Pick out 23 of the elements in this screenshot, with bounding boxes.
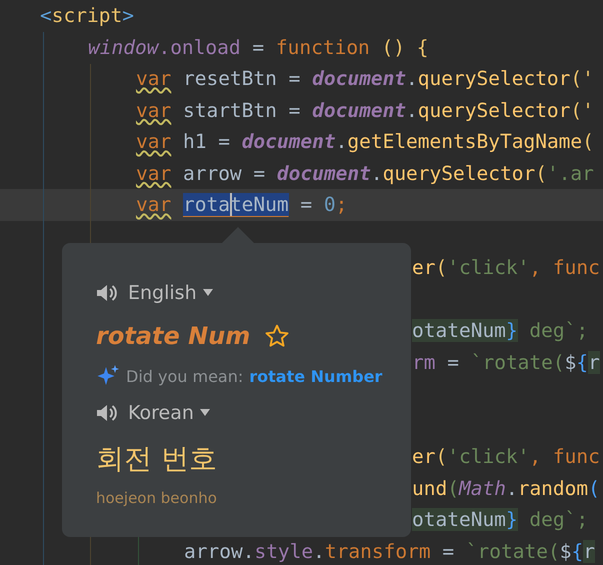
code-line: arrow.style.transform = `rotate(${r [184, 540, 595, 562]
romanization-text: hoejeon beonho [96, 489, 218, 507]
code-line: rm = `rotate(${r [412, 350, 600, 374]
translation-text: 회전 번호 [96, 441, 218, 477]
source-word: rotate Num [96, 322, 250, 350]
code-line: und(Math.random( [412, 476, 600, 500]
language-dropdown[interactable]: Korean [128, 402, 210, 424]
code-line: var h1 = document.getElementsByTagName( [136, 130, 594, 153]
speaker-icon[interactable] [96, 403, 118, 423]
code-line: var startBtn = document.querySelector(' [136, 98, 594, 122]
code-line: <script> [40, 4, 134, 27]
suggestion-label: Did you mean: [126, 366, 244, 386]
star-icon[interactable] [264, 323, 290, 349]
caret-icon [200, 409, 210, 417]
caret-icon [202, 289, 213, 297]
language-dropdown[interactable]: English [128, 282, 213, 304]
code-line: var arrow = document.querySelector('.ar [136, 162, 594, 184]
code-line: er('click', func [412, 445, 600, 468]
code-line: er('click', func [412, 256, 600, 279]
speaker-icon[interactable] [96, 283, 118, 303]
suggestion-link[interactable]: rotate Number [249, 366, 382, 386]
code-line: window.onload = function () { [88, 36, 428, 58]
code-line: var resetBtn = document.querySelector(' [136, 67, 594, 90]
